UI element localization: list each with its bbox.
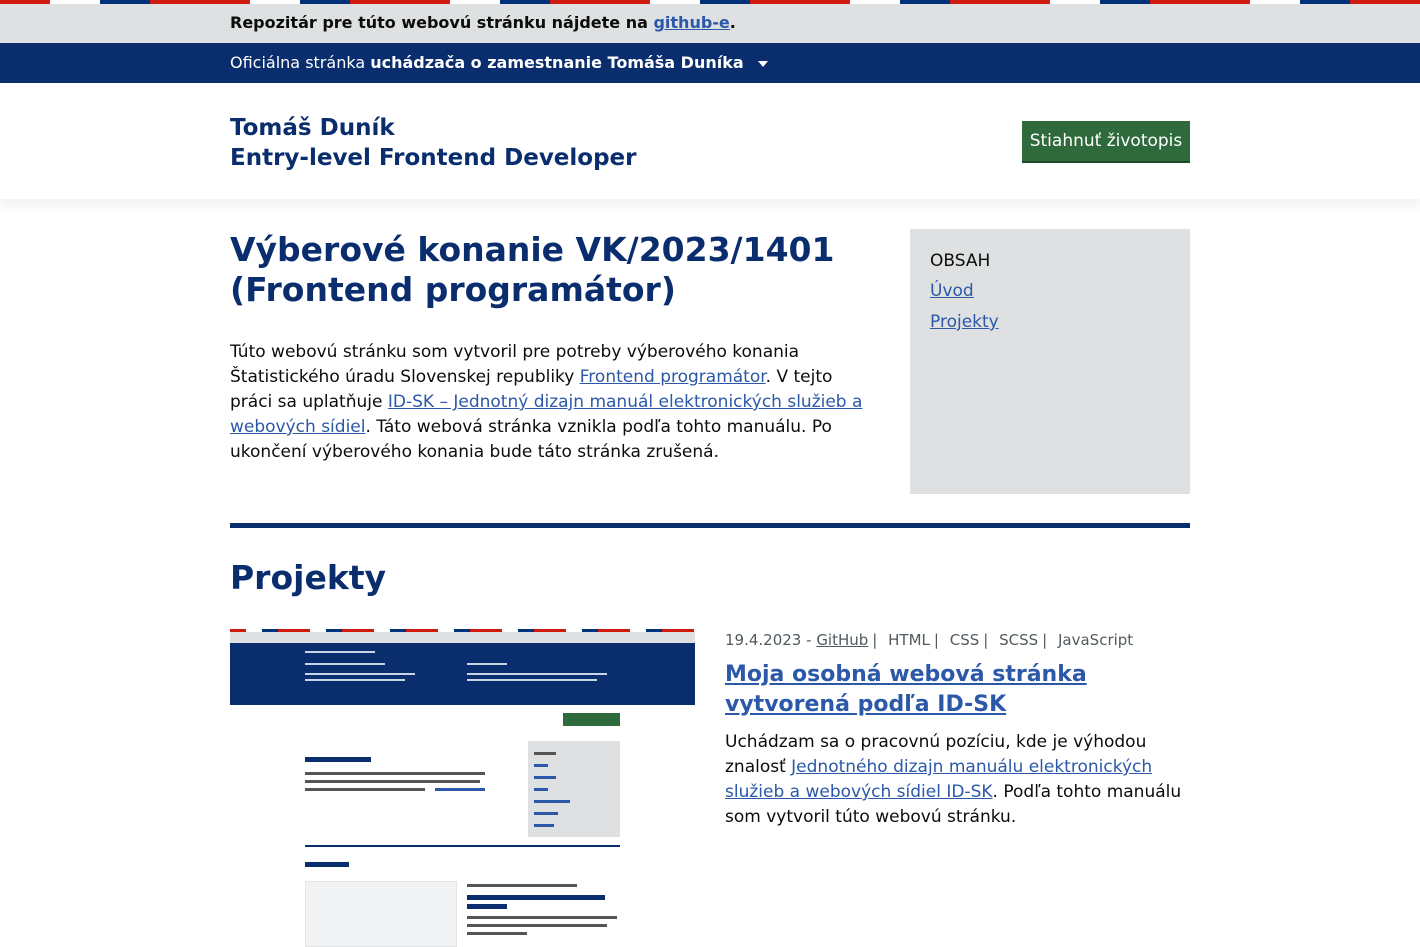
page-title: Výberové konanie VK/2023/1401 (Frontend … [230, 230, 835, 309]
repo-banner: Repozitár pre túto webovú stránku nájdet… [0, 4, 1420, 43]
project-screenshot-image [230, 629, 695, 947]
project-github-link[interactable]: GitHub [816, 631, 868, 649]
toc-heading: OBSAH [930, 251, 991, 271]
project-date: 19.4.2023 - [725, 631, 812, 649]
github-link[interactable]: github-e [653, 13, 729, 32]
intro-paragraph: Túto webovú stránku som vytvoril pre pot… [230, 342, 863, 462]
download-cv-button[interactable]: Stiahnuť životopis [1022, 121, 1190, 163]
project-description: Uchádzam sa o pracovnú pozíciu, kde je v… [725, 732, 1182, 827]
table-of-contents: OBSAH Úvod Projekty [910, 229, 1190, 494]
official-site-bar: Oficiálna stránka uchádzača o zamestnani… [0, 43, 1420, 83]
official-site-toggle[interactable]: Oficiálna stránka uchádzača o zamestnani… [230, 53, 768, 72]
site-title: Tomáš Duník Entry-level Frontend Develop… [230, 113, 637, 173]
repo-banner-text: Repozitár pre túto webovú stránku nájdet… [230, 13, 736, 32]
toc-item-uvod[interactable]: Úvod [930, 281, 1170, 301]
project-tag: HTML [888, 631, 930, 649]
project-tag: SCSS [999, 631, 1039, 649]
projects-heading: Projekty [230, 558, 387, 597]
chevron-down-icon[interactable] [757, 60, 768, 67]
project-title-link[interactable]: Moja osobná webová stránka vytvorená pod… [725, 660, 1190, 720]
site-header: Tomáš Duník Entry-level Frontend Develop… [0, 83, 1420, 199]
frontend-programmer-link[interactable]: Frontend programátor [580, 367, 766, 387]
toc-item-projekty[interactable]: Projekty [930, 312, 1170, 332]
author-name: Tomáš Duník [230, 115, 395, 141]
section-divider [230, 523, 1190, 528]
author-role: Entry-level Frontend Developer [230, 145, 637, 171]
project-meta: 19.4.2023 - GitHub | HTML | CSS | SCSS | Jav… [725, 631, 1134, 649]
project-tag: CSS [949, 631, 980, 649]
project-tag: JavaScript [1058, 631, 1134, 649]
